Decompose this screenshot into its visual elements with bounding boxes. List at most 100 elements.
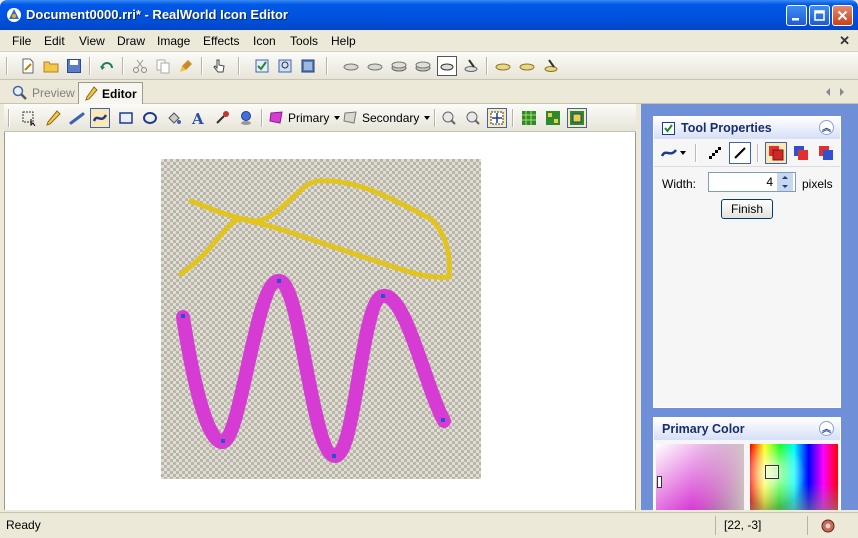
menu-help[interactable]: Help xyxy=(331,34,356,48)
open-button[interactable] xyxy=(41,56,61,76)
layer-button-5[interactable] xyxy=(437,56,457,76)
scissors-icon xyxy=(133,59,147,73)
blend-mode-2-button[interactable] xyxy=(790,142,812,164)
tab-preview-label: Preview xyxy=(32,86,75,100)
text-tool[interactable]: A xyxy=(188,108,208,128)
primary-color-title: Primary Color xyxy=(662,422,745,436)
layer-button-1[interactable] xyxy=(341,56,361,76)
layer-gold-button-1[interactable] xyxy=(493,56,513,76)
zoom-out-button[interactable] xyxy=(463,108,483,128)
layer-button-6[interactable] xyxy=(461,56,481,76)
new-button[interactable] xyxy=(18,56,38,76)
control-point[interactable] xyxy=(332,454,336,458)
tab-preview[interactable]: Preview xyxy=(8,83,79,103)
layer-button-4[interactable] xyxy=(413,56,433,76)
layer-button-2[interactable] xyxy=(365,56,385,76)
curve-tool[interactable] xyxy=(90,108,110,128)
collapse-up-icon[interactable]: ︽ xyxy=(819,421,834,436)
control-point[interactable] xyxy=(381,294,385,298)
check-frame-button[interactable] xyxy=(252,56,272,76)
spin-up-icon[interactable] xyxy=(777,173,793,182)
document-close-button[interactable]: ✕ xyxy=(839,33,850,49)
control-point[interactable] xyxy=(441,418,445,422)
curve-mode-dropdown[interactable] xyxy=(658,142,688,164)
paint-bucket-icon xyxy=(168,112,181,124)
rectangle-tool[interactable] xyxy=(116,108,136,128)
color-opacity-swatch[interactable] xyxy=(656,444,744,510)
blend-mode-1-button[interactable] xyxy=(765,141,787,164)
menu-image[interactable]: Image xyxy=(157,34,190,48)
line-tool[interactable] xyxy=(67,108,87,128)
spin-down-icon[interactable] xyxy=(777,182,793,191)
blend-mode-3-button[interactable] xyxy=(815,142,837,164)
text-icon: A xyxy=(191,110,204,126)
color-picker-cursor[interactable] xyxy=(766,466,778,478)
save-button[interactable] xyxy=(64,56,84,76)
fit-to-window-button[interactable] xyxy=(487,108,507,128)
marquee-select-icon xyxy=(22,111,36,126)
width-input[interactable] xyxy=(709,175,777,189)
title-bar: Document0000.rri* - RealWorld Icon Edito… xyxy=(0,0,858,30)
zoom-level-icon[interactable] xyxy=(820,518,836,534)
zoom-frame-button[interactable] xyxy=(275,56,295,76)
paste-button[interactable] xyxy=(176,56,196,76)
menu-view[interactable]: View xyxy=(79,34,105,48)
antialias-line-button[interactable] xyxy=(729,141,751,164)
tab-editor[interactable]: Editor xyxy=(78,82,143,104)
pointer-button[interactable] xyxy=(209,56,229,76)
tool-properties-title: Tool Properties xyxy=(681,121,772,135)
fill-tool[interactable] xyxy=(164,108,184,128)
airbrush-tool[interactable] xyxy=(236,108,256,128)
toolbar-separator xyxy=(695,143,697,162)
image-frame-button[interactable] xyxy=(298,56,318,76)
drawing-canvas[interactable] xyxy=(161,159,481,479)
width-spinner[interactable] xyxy=(777,173,793,191)
finish-button[interactable]: Finish xyxy=(721,199,773,219)
layer-button-3[interactable] xyxy=(389,56,409,76)
width-unit: pixels xyxy=(802,177,833,191)
menu-effects[interactable]: Effects xyxy=(203,34,239,48)
cut-button[interactable] xyxy=(130,56,150,76)
ellipse-tool[interactable] xyxy=(140,108,160,128)
color-picker-tool[interactable] xyxy=(212,108,232,128)
close-button[interactable] xyxy=(832,5,853,26)
control-point[interactable] xyxy=(221,439,225,443)
undo-icon xyxy=(100,62,113,70)
pixel-line-button[interactable] xyxy=(704,142,726,164)
layer-gold-button-3[interactable] xyxy=(541,56,561,76)
pencil-icon xyxy=(85,85,98,101)
control-point[interactable] xyxy=(277,279,281,283)
drawing-toolbar: A Primary Secondary xyxy=(4,104,636,132)
alpha-slider-handle[interactable] xyxy=(657,476,662,488)
copy-button[interactable] xyxy=(153,56,173,76)
menu-tools[interactable]: Tools xyxy=(290,34,318,48)
width-spinbox[interactable] xyxy=(708,172,796,192)
control-point[interactable] xyxy=(181,314,185,318)
canvas-area xyxy=(4,132,636,510)
layer-icon xyxy=(343,63,359,71)
toolbar-separator xyxy=(8,109,10,127)
menu-edit[interactable]: Edit xyxy=(44,34,65,48)
menu-draw[interactable]: Draw xyxy=(117,34,145,48)
grid-button[interactable] xyxy=(519,108,539,128)
tile-view-button[interactable] xyxy=(567,108,587,128)
hue-color-picker[interactable] xyxy=(750,444,838,510)
layer-gold-button-2[interactable] xyxy=(517,56,537,76)
chevron-down-icon xyxy=(334,116,341,120)
minimize-button[interactable] xyxy=(786,5,807,26)
layer-stack-icon xyxy=(415,61,431,72)
secondary-fill-dropdown[interactable]: Secondary xyxy=(342,108,431,128)
undo-button[interactable] xyxy=(97,56,117,76)
image-frame-icon xyxy=(301,59,315,73)
menu-icon[interactable]: Icon xyxy=(253,34,276,48)
primary-fill-dropdown[interactable]: Primary xyxy=(268,108,341,128)
selection-tool[interactable] xyxy=(19,108,39,128)
maximize-button[interactable] xyxy=(809,5,830,26)
pencil-tool[interactable] xyxy=(43,108,63,128)
tab-scroll-arrows-icon[interactable] xyxy=(824,86,846,98)
zoom-in-button[interactable] xyxy=(439,108,459,128)
menu-file[interactable]: File xyxy=(12,34,31,48)
app-icon[interactable] xyxy=(6,7,22,23)
pixel-grid-button[interactable] xyxy=(543,108,563,128)
collapse-up-icon[interactable]: ︽ xyxy=(819,120,834,135)
